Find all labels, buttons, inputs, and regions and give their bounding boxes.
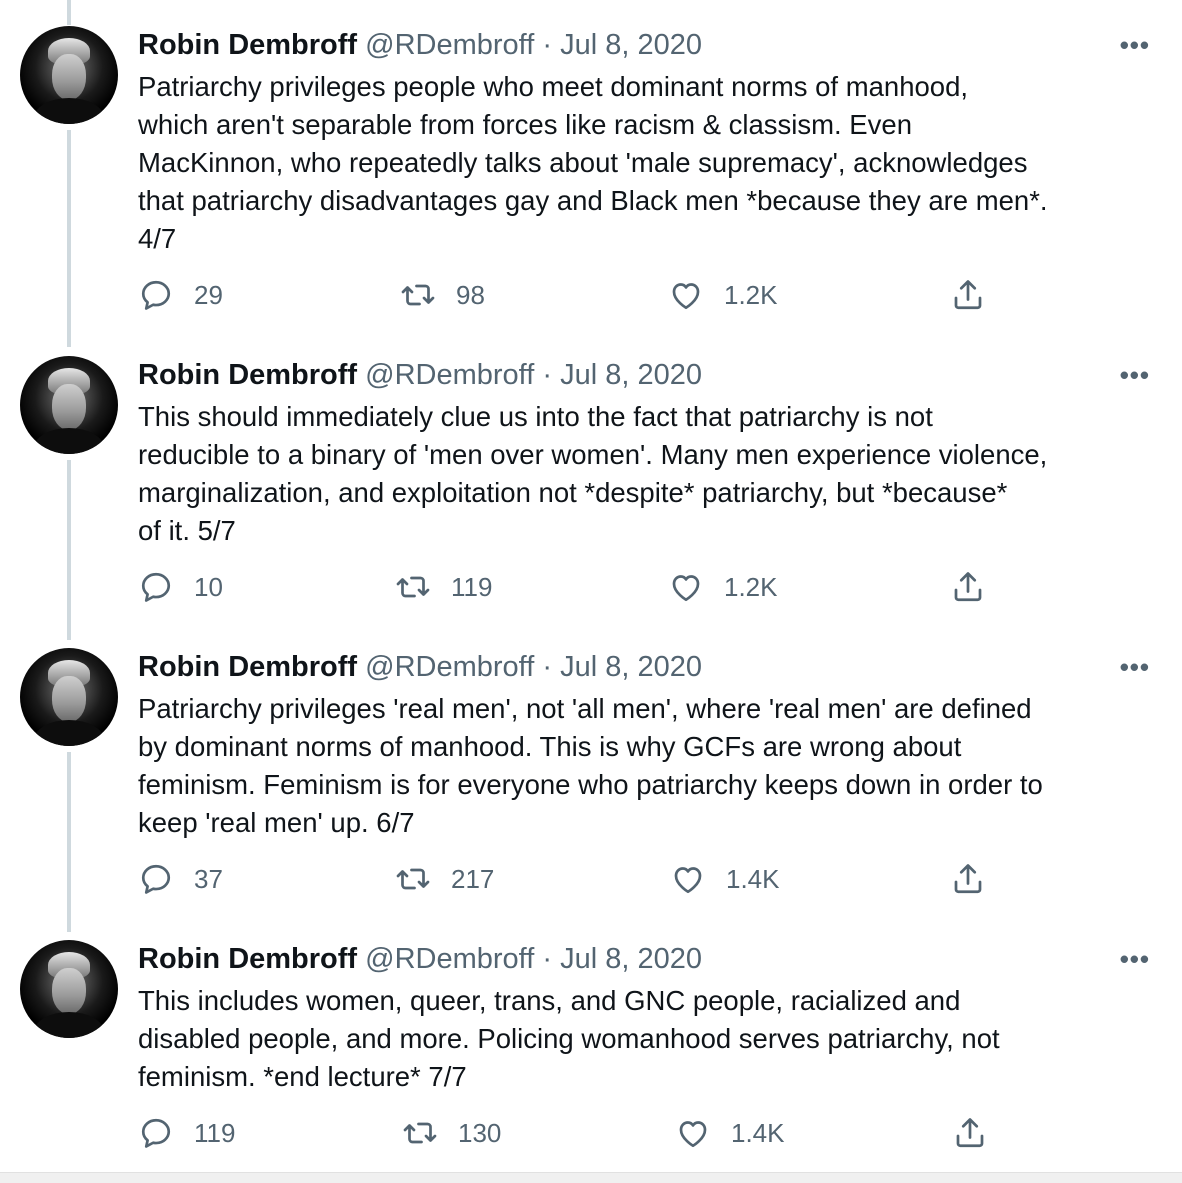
share-icon	[954, 280, 982, 310]
separator: ·	[542, 943, 553, 975]
author-name[interactable]: Robin Dembroff	[138, 29, 357, 61]
share-button[interactable]	[950, 569, 1006, 605]
tweet-header: Robin Dembroff @RDembroff · Jul 8, 2020	[138, 358, 702, 392]
share-button[interactable]	[952, 1115, 1008, 1151]
reply-count: 119	[194, 1117, 236, 1148]
reply-count: 10	[194, 571, 223, 602]
separator: ·	[542, 359, 553, 391]
heart-icon	[672, 283, 700, 310]
tweet-header: Robin Dembroff @RDembroff · Jul 8, 2020	[138, 650, 702, 684]
retweet-count: 217	[451, 863, 495, 894]
reply-icon	[141, 864, 171, 894]
like-button[interactable]: 1.4K	[675, 1115, 785, 1151]
tweet-actions: 29 98 1.2K	[0, 277, 1182, 317]
more-icon[interactable]: •••	[1120, 30, 1150, 61]
tweet-text: This should immediately clue us into the…	[138, 401, 1048, 546]
retweet-icon	[396, 868, 430, 890]
tweet-text: Patriarchy privileges 'real men', not 'a…	[138, 693, 1043, 838]
share-icon	[956, 1118, 984, 1148]
retweet-icon	[401, 284, 435, 306]
tweet[interactable]: Robin Dembroff @RDembroff · Jul 8, 2020 …	[0, 914, 1182, 1172]
author-handle[interactable]: @RDembroff	[365, 651, 534, 683]
like-count: 1.4K	[731, 1117, 785, 1148]
reply-count: 29	[194, 279, 223, 310]
avatar[interactable]	[20, 26, 118, 124]
tweet[interactable]: Robin Dembroff @RDembroff · Jul 8, 2020 …	[0, 330, 1182, 622]
separator: ·	[542, 651, 553, 683]
author-name[interactable]: Robin Dembroff	[138, 651, 357, 683]
avatar[interactable]	[20, 648, 118, 746]
retweet-icon	[396, 576, 430, 598]
share-button[interactable]	[950, 277, 1006, 313]
tweet-actions: 119 130 1.4K	[0, 1115, 1182, 1155]
reply-count: 37	[194, 863, 223, 894]
retweet-count: 98	[456, 279, 485, 310]
reply-icon	[141, 280, 171, 310]
author-handle[interactable]: @RDembroff	[365, 943, 534, 975]
reply-button[interactable]: 29	[138, 277, 223, 313]
like-count: 1.2K	[724, 571, 778, 602]
like-button[interactable]: 1.4K	[670, 861, 780, 897]
tweet-header: Robin Dembroff @RDembroff · Jul 8, 2020	[138, 28, 702, 62]
tweet-date[interactable]: Jul 8, 2020	[560, 651, 702, 683]
retweet-icon	[403, 1122, 437, 1144]
avatar[interactable]	[20, 940, 118, 1038]
tweet-actions: 37 217 1.4K	[0, 861, 1182, 901]
like-button[interactable]: 1.2K	[668, 277, 778, 313]
tweet-header: Robin Dembroff @RDembroff · Jul 8, 2020	[138, 942, 702, 976]
share-icon	[954, 572, 982, 602]
more-icon[interactable]: •••	[1120, 360, 1150, 391]
tweet-date[interactable]: Jul 8, 2020	[560, 29, 702, 61]
tweet[interactable]: Robin Dembroff @RDembroff · Jul 8, 2020 …	[0, 0, 1182, 330]
retweet-button[interactable]: 119	[395, 569, 492, 605]
author-handle[interactable]: @RDembroff	[365, 359, 534, 391]
tweet-date[interactable]: Jul 8, 2020	[560, 943, 702, 975]
more-icon[interactable]: •••	[1120, 944, 1150, 975]
retweet-button[interactable]: 130	[402, 1115, 501, 1151]
retweet-count: 119	[451, 571, 493, 602]
like-count: 1.4K	[726, 863, 780, 894]
tweet[interactable]: Robin Dembroff @RDembroff · Jul 8, 2020 …	[0, 622, 1182, 914]
tweet-text: Patriarchy privileges people who meet do…	[138, 71, 1048, 254]
tweet-text: This includes women, queer, trans, and G…	[138, 985, 1000, 1092]
author-name[interactable]: Robin Dembroff	[138, 943, 357, 975]
like-count: 1.2K	[724, 279, 778, 310]
heart-icon	[674, 867, 702, 894]
more-icon[interactable]: •••	[1120, 652, 1150, 683]
reply-icon	[141, 1118, 171, 1148]
reply-icon	[141, 572, 171, 602]
retweet-button[interactable]: 98	[400, 277, 485, 313]
reply-button[interactable]: 10	[138, 569, 223, 605]
heart-icon	[679, 1121, 707, 1148]
author-handle[interactable]: @RDembroff	[365, 29, 534, 61]
tweet-actions: 10 119 1.2K	[0, 569, 1182, 609]
share-icon	[954, 864, 982, 894]
page-bottom-edge	[0, 1172, 1182, 1183]
retweet-count: 130	[458, 1117, 502, 1148]
author-name[interactable]: Robin Dembroff	[138, 359, 357, 391]
tweet-date[interactable]: Jul 8, 2020	[560, 359, 702, 391]
share-button[interactable]	[950, 861, 1006, 897]
separator: ·	[542, 29, 553, 61]
reply-button[interactable]: 37	[138, 861, 223, 897]
heart-icon	[672, 575, 700, 602]
retweet-button[interactable]: 217	[395, 861, 494, 897]
like-button[interactable]: 1.2K	[668, 569, 778, 605]
avatar[interactable]	[20, 356, 118, 454]
reply-button[interactable]: 119	[138, 1115, 235, 1151]
